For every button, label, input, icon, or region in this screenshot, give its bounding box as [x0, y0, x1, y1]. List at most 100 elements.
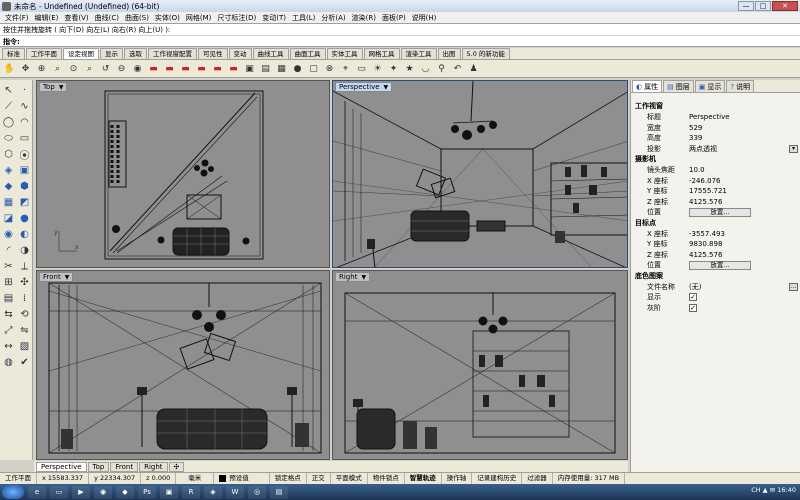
folder-icon[interactable]: ▭ [50, 485, 68, 499]
prop-row-camera-y[interactable]: Y 座标 17555.721 [631, 186, 800, 197]
toolbar-tab-0[interactable]: 标准 [2, 48, 25, 59]
toolbar-tab-13[interactable]: 出图 [437, 48, 461, 59]
menu-edit[interactable]: 编辑(E) [32, 13, 62, 23]
wallpaper-browse-button[interactable]: ... [789, 282, 798, 291]
fillet-icon[interactable]: ◜ [1, 243, 16, 258]
menu-mesh[interactable]: 网格(M) [183, 13, 215, 23]
prop-row-target-x[interactable]: X 座标 -3557.493 [631, 229, 800, 240]
solid-icon[interactable]: ◆ [1, 179, 16, 194]
viewport-top-label[interactable]: Top ▼ [39, 82, 68, 92]
view-tab-right[interactable]: Right [139, 461, 168, 472]
status-planar[interactable]: 平面模式 [331, 473, 368, 484]
start-button[interactable] [2, 485, 24, 499]
car-icon-4[interactable]: ▬ [195, 62, 208, 75]
arc-icon[interactable]: ◠ [17, 115, 32, 130]
dimension-icon[interactable]: ↔ [1, 339, 16, 354]
app-icon-9[interactable]: ◈ [204, 485, 222, 499]
car-icon-2[interactable]: ▬ [163, 62, 176, 75]
prop-row-width[interactable]: 宽度 529 [631, 123, 800, 134]
zoom-icon[interactable]: ⌕ [83, 62, 96, 75]
app-icon-11[interactable]: ◎ [248, 485, 266, 499]
status-osnap[interactable]: 物件锁点 [368, 473, 405, 484]
view-tab-perspective[interactable]: Perspective [36, 461, 87, 472]
text-curve-icon[interactable]: ⦿ [17, 147, 32, 162]
pan-hand-icon[interactable]: ✋ [3, 62, 16, 75]
menu-view[interactable]: 查看(V) [61, 13, 91, 23]
sphere-tool-icon[interactable]: ● [17, 211, 32, 226]
extrude-icon[interactable]: ⬢ [17, 179, 32, 194]
status-cplane[interactable]: 工作平面 [0, 473, 37, 484]
sweep-icon[interactable]: ◩ [17, 195, 32, 210]
minimize-button[interactable]: — [738, 1, 754, 11]
word-icon[interactable]: W [226, 485, 244, 499]
status-filter[interactable]: 过滤器 [522, 473, 553, 484]
grid-icon[interactable]: ▦ [275, 62, 288, 75]
view-tab-top[interactable]: Top [87, 461, 110, 472]
tab-layers[interactable]: ▤ 图层 [663, 80, 694, 92]
car-icon-1[interactable]: ▬ [147, 62, 160, 75]
camera-target-icon[interactable]: ⊗ [323, 62, 336, 75]
toolbar-tab-8[interactable]: 曲线工具 [252, 48, 289, 59]
toolbar-tab-6[interactable]: 可见性 [198, 48, 228, 59]
split-icon[interactable]: ⟂ [17, 259, 32, 274]
status-grid-snap[interactable]: 锁定格点 [270, 473, 307, 484]
zoom-selected-icon[interactable]: ⊙ [67, 62, 80, 75]
toolbar-tab-3[interactable]: 显示 [100, 48, 123, 59]
close-button[interactable]: ✕ [772, 1, 798, 11]
box-icon[interactable]: ▣ [17, 163, 32, 178]
network-surface-icon[interactable]: ◪ [1, 211, 16, 226]
tab-properties[interactable]: ◐ 属性 [632, 80, 663, 92]
display-mode-icon[interactable]: ▣ [243, 62, 256, 75]
car-icon-3[interactable]: ▬ [179, 62, 192, 75]
toolbar-tab-1[interactable]: 工作平面 [26, 48, 62, 59]
projection-dropdown-icon[interactable]: ▾ [789, 144, 798, 153]
prop-row-camera-x[interactable]: X 座标 -246.076 [631, 176, 800, 187]
photo-icon[interactable]: ▤ [259, 62, 272, 75]
app-icon-5[interactable]: ◆ [116, 485, 134, 499]
status-ortho[interactable]: 正交 [307, 473, 331, 484]
target-place-button[interactable]: 放置... [689, 260, 751, 270]
menu-analyze[interactable]: 分析(A) [318, 13, 348, 23]
prop-row-projection[interactable]: 投影 两点透视 ▾ [631, 144, 800, 155]
ellipse-icon[interactable]: ⬭ [1, 131, 16, 146]
toolbar-tab-5[interactable]: 工作视窗配置 [148, 48, 197, 59]
star-icon[interactable]: ★ [403, 62, 416, 75]
zoom-window-icon[interactable]: ⊕ [35, 62, 48, 75]
viewport-front-label[interactable]: Front ▼ [39, 272, 74, 282]
menu-curve[interactable]: 曲线(C) [92, 13, 122, 23]
curve-icon[interactable]: ∿ [17, 99, 32, 114]
camera-icon[interactable]: ◉ [131, 62, 144, 75]
menu-surface[interactable]: 曲面(S) [122, 13, 152, 23]
camera-place-button[interactable]: 放置... [689, 207, 751, 217]
move-icon[interactable]: ✥ [19, 62, 32, 75]
menu-file[interactable]: 文件(F) [2, 13, 32, 23]
circle-icon[interactable]: ◯ [1, 115, 16, 130]
join-icon[interactable]: ⊞ [1, 275, 16, 290]
media-icon[interactable]: ▶ [72, 485, 90, 499]
menu-render[interactable]: 渲染(R) [349, 13, 379, 23]
tab-help[interactable]: ? 说明 [726, 80, 755, 92]
polygon-icon[interactable]: ⬡ [1, 147, 16, 162]
chrome-icon[interactable]: ◉ [94, 485, 112, 499]
rhino-icon[interactable]: R [182, 485, 200, 499]
surface-icon[interactable]: ◈ [1, 163, 16, 178]
light-icon[interactable]: ✦ [387, 62, 400, 75]
app-icon-12[interactable]: ▤ [270, 485, 288, 499]
app-icon-7[interactable]: ▣ [160, 485, 178, 499]
toolbar-tab-11[interactable]: 网格工具 [363, 48, 400, 59]
menu-help[interactable]: 说明(H) [409, 13, 440, 23]
sun-icon[interactable]: ☀ [371, 62, 384, 75]
toolbar-tab-10[interactable]: 实体工具 [326, 48, 363, 59]
status-record-history[interactable]: 记录建构历史 [472, 473, 523, 484]
viewport-right[interactable]: Right ▼ [332, 270, 628, 460]
menu-panels[interactable]: 面板(P) [379, 13, 409, 23]
command-prompt[interactable]: 指令: [0, 35, 800, 47]
prop-row-target-z[interactable]: Z 座标 4125.576 [631, 250, 800, 261]
walk-icon[interactable]: ⚲ [435, 62, 448, 75]
trim-icon[interactable]: ✂ [1, 259, 16, 274]
move-tool-icon[interactable]: ⇆ [1, 307, 16, 322]
select-arrow-icon[interactable]: ↖ [1, 83, 16, 98]
rectangle-icon[interactable]: ▭ [17, 131, 32, 146]
hatch-icon[interactable]: ▧ [17, 339, 32, 354]
menu-solid[interactable]: 实体(O) [152, 13, 183, 23]
